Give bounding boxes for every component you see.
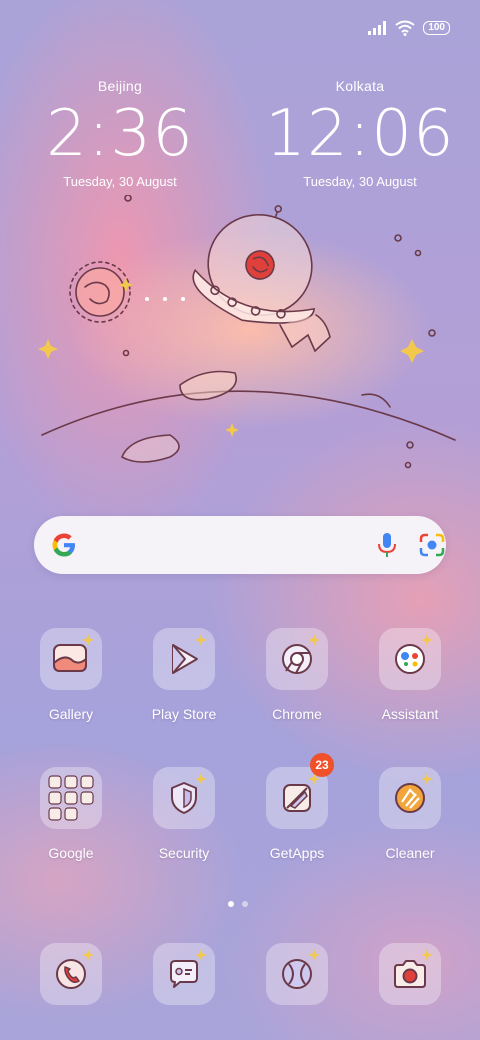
assistant-icon <box>379 628 441 690</box>
camera-icon <box>379 943 441 1005</box>
wifi-icon <box>395 20 415 36</box>
dock-phone[interactable] <box>16 943 126 1005</box>
cleaner-icon <box>379 767 441 829</box>
app-getapps[interactable]: 23 GetApps <box>242 753 352 861</box>
wallpaper-illustration <box>38 195 456 469</box>
app-assistant[interactable]: Assistant <box>355 628 465 722</box>
clock-date: Tuesday, 30 August <box>63 174 177 189</box>
battery-indicator: 100 <box>423 21 450 35</box>
dock-browser[interactable] <box>242 943 352 1005</box>
page-dot[interactable] <box>242 901 248 907</box>
mic-icon[interactable] <box>376 531 398 559</box>
clock-time: 12:06 <box>265 97 455 171</box>
phone-icon <box>40 943 102 1005</box>
page-dot-active[interactable] <box>228 901 234 907</box>
app-label: Google <box>48 845 94 861</box>
gallery-icon <box>40 628 102 690</box>
app-label: GetApps <box>269 845 325 861</box>
shield-icon <box>153 767 215 829</box>
app-security[interactable]: Security <box>129 767 239 861</box>
app-label: Chrome <box>272 706 322 722</box>
google-folder-icon <box>40 767 102 829</box>
app-label: Assistant <box>381 706 439 722</box>
app-label: Security <box>158 845 210 861</box>
page-indicator[interactable] <box>228 901 248 907</box>
getapps-icon: 23 <box>266 753 334 829</box>
app-cleaner[interactable]: Cleaner <box>355 767 465 861</box>
clock-city: Beijing <box>97 78 143 94</box>
app-gallery[interactable]: Gallery <box>16 628 126 722</box>
google-search-bar[interactable] <box>34 516 446 574</box>
dock-messages[interactable] <box>129 943 239 1005</box>
status-bar: 100 <box>367 18 450 38</box>
messages-icon <box>153 943 215 1005</box>
clock-widget-kolkata[interactable]: Kolkata 12:06 Tuesday, 30 August <box>260 78 460 189</box>
app-label: Play Store <box>151 706 217 722</box>
app-label: Cleaner <box>385 845 435 861</box>
chrome-icon <box>266 628 328 690</box>
clock-time: 2:36 <box>46 97 194 171</box>
app-play-store[interactable]: Play Store <box>129 628 239 722</box>
play-store-icon <box>153 628 215 690</box>
clock-widget-beijing[interactable]: Beijing 2:36 Tuesday, 30 August <box>20 78 220 189</box>
notification-badge: 23 <box>310 753 334 777</box>
signal-icon <box>368 21 387 35</box>
dock-camera[interactable] <box>355 943 465 1005</box>
clock-city: Kolkata <box>335 78 385 94</box>
google-logo-icon <box>52 533 75 557</box>
app-chrome[interactable]: Chrome <box>242 628 352 722</box>
browser-icon <box>266 943 328 1005</box>
app-google-folder[interactable]: Google <box>16 767 126 861</box>
app-label: Gallery <box>48 706 94 722</box>
camera-lens-icon[interactable] <box>417 530 447 560</box>
clock-date: Tuesday, 30 August <box>303 174 417 189</box>
